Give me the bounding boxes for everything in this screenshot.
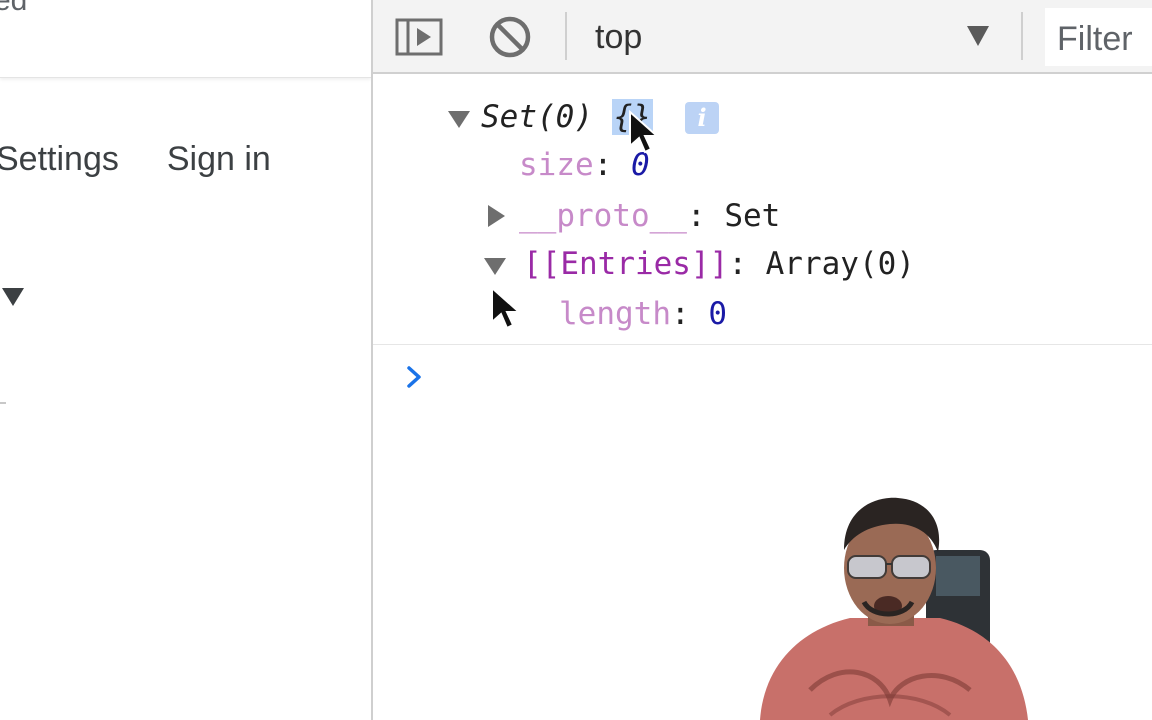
chevron-down-icon — [967, 26, 989, 46]
left-page-header: ed — [0, 0, 371, 78]
mouse-cursor-icon — [491, 286, 522, 330]
context-label: top — [595, 18, 643, 56]
property-key: size — [519, 147, 594, 183]
filter-input[interactable]: Filter — [1045, 8, 1152, 66]
set-title: Set(0) — [481, 99, 593, 135]
console-toolbar: top Filter — [373, 0, 1152, 74]
context-selector[interactable]: top — [595, 18, 1005, 58]
dropdown-caret-icon[interactable] — [2, 288, 24, 306]
property-key: __proto__ — [519, 198, 687, 234]
divider — [0, 402, 6, 404]
filter-placeholder: Filter — [1057, 20, 1133, 58]
console-message-separator — [373, 344, 1152, 345]
proto-property[interactable]: __proto__: Set — [519, 196, 780, 236]
cut-off-text: ed — [0, 0, 28, 17]
collapse-triangle-icon[interactable] — [448, 111, 470, 128]
property-value: 0 — [708, 296, 727, 332]
prompt-chevron-icon[interactable] — [403, 362, 427, 392]
left-page-pane: ed Settings Sign in — [0, 0, 371, 720]
property-value: Array(0) — [765, 246, 915, 282]
property-key: [[Entries]] — [523, 246, 729, 282]
clear-console-icon[interactable] — [488, 15, 532, 59]
property-value: Set — [724, 198, 781, 234]
entries-property[interactable]: [[Entries]]: Array(0) — [523, 244, 915, 284]
mouse-cursor-icon — [629, 110, 660, 154]
toolbar-separator — [565, 12, 567, 60]
expand-triangle-icon[interactable] — [488, 205, 505, 227]
sidebar-toggle-icon[interactable] — [395, 16, 443, 58]
left-page-nav: Settings Sign in — [0, 140, 271, 179]
property-key: length — [559, 296, 671, 332]
length-property: length: 0 — [559, 296, 727, 332]
info-icon[interactable]: i — [685, 102, 719, 134]
collapse-triangle-icon[interactable] — [484, 258, 506, 275]
sign-in-link[interactable]: Sign in — [167, 140, 271, 179]
toolbar-separator — [1021, 12, 1023, 60]
settings-link[interactable]: Settings — [0, 140, 119, 179]
presenter-webcam-overlay — [760, 497, 1028, 720]
